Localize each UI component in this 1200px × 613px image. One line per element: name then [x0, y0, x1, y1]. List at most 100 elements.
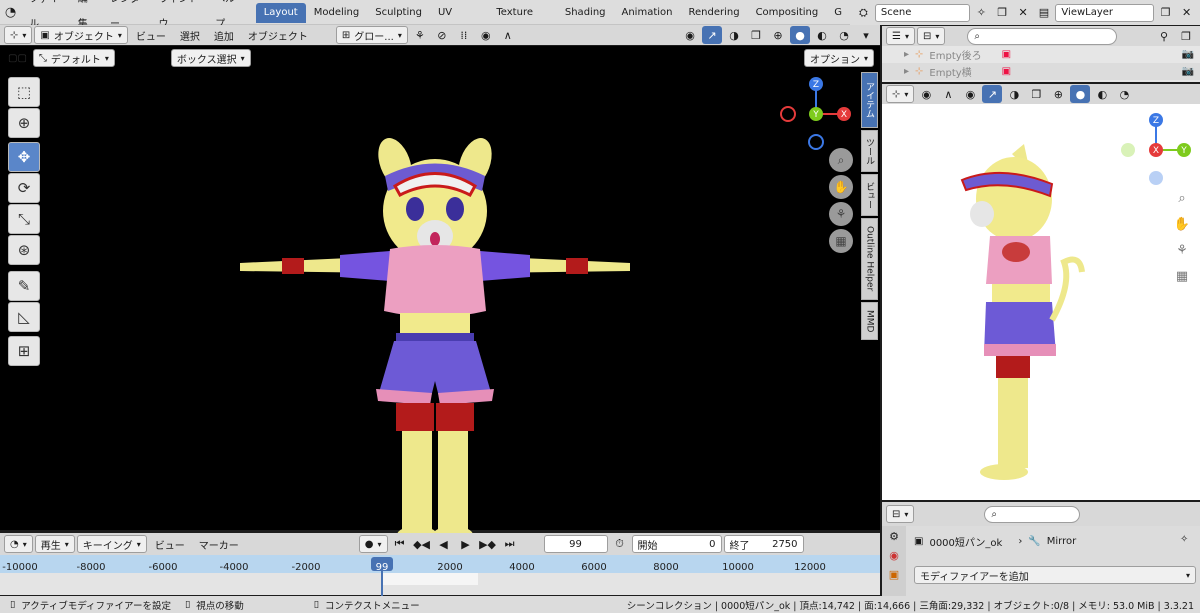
transform-tool-icon[interactable]: ⊛ — [8, 235, 40, 265]
navigation-gizmo[interactable]: Z X Y — [778, 76, 854, 152]
viewlayer-selector[interactable]: ViewLayer — [1055, 3, 1155, 22]
shading-solid-icon[interactable]: ● — [790, 26, 810, 44]
side-gizmo-icon[interactable]: ↗ — [982, 85, 1003, 103]
timeline-editor-dropdown[interactable]: ◔ ▾ — [4, 535, 33, 553]
record-dropdown[interactable]: ● ▾ — [358, 535, 388, 553]
tab-rendering[interactable]: Rendering — [680, 3, 747, 23]
scale-tool-icon[interactable]: ⤡ — [8, 204, 40, 234]
expand-icon[interactable]: ▸ — [904, 49, 909, 60]
side-gizmo-neg-y[interactable] — [1121, 143, 1135, 157]
gizmo-neg-x[interactable] — [780, 106, 796, 122]
snap-icon[interactable]: ⊘ — [432, 26, 452, 44]
orientation-dropdown[interactable]: ⊞ グロー... ▾ — [335, 26, 408, 44]
falloff-icon[interactable]: ∧ — [498, 26, 518, 44]
side-gizmo-neg-z[interactable] — [1149, 171, 1163, 185]
side-pan-hand-icon[interactable]: ✋ — [1172, 214, 1192, 234]
play-reverse-icon[interactable]: ◀ — [434, 535, 454, 553]
menu-object[interactable]: オブジェクト — [242, 28, 314, 43]
camera-icon[interactable]: ⚘ — [829, 202, 853, 226]
shading-render-icon[interactable]: ◔ — [834, 26, 854, 44]
pin-icon[interactable]: ✧ — [972, 4, 991, 22]
pivot-icon[interactable]: ⚘ — [410, 26, 430, 44]
properties-pin-icon[interactable]: ✧ — [1180, 534, 1188, 545]
side-grid-view-icon[interactable]: ▦ — [1172, 266, 1192, 286]
snap-grid-icon[interactable]: ⁞⁞ — [454, 26, 474, 44]
timeline-menu-view[interactable]: ビュー — [149, 537, 191, 552]
side-shading-wire-icon[interactable]: ⊕ — [1048, 85, 1068, 103]
outliner-search[interactable]: ⌕ — [967, 27, 1118, 45]
tool-props-icon[interactable]: ⚙ — [889, 530, 899, 543]
side-navigation-gizmo[interactable]: Z Y X — [1118, 112, 1194, 188]
new-collection-icon[interactable]: ❐ — [1176, 27, 1196, 45]
3d-viewport[interactable]: ▢▢ ⤡ デフォルト ▾ ボックス選択 ▾ オプション ▾ Z X Y ⌕ ✋ … — [0, 46, 880, 544]
side-tab-outline-helper[interactable]: Outline Helper — [861, 218, 878, 300]
side-tab-view[interactable]: ビュー — [861, 174, 878, 216]
expand-icon[interactable]: ▸ — [904, 66, 909, 77]
jump-start-icon[interactable]: ⏮ — [390, 535, 410, 553]
side-proportional-icon[interactable]: ◉ — [916, 85, 936, 103]
shading-wire-icon[interactable]: ⊕ — [768, 26, 788, 44]
render-camera-icon[interactable]: 📷 — [1182, 49, 1194, 60]
copy-viewlayer-icon[interactable]: ❐ — [1156, 4, 1175, 22]
render-props-icon[interactable]: ◉ — [889, 549, 899, 562]
proportional-icon[interactable]: ◉ — [476, 26, 496, 44]
close-scene-icon[interactable]: ✕ — [1014, 4, 1033, 22]
menu-add[interactable]: 追加 — [208, 28, 240, 43]
display-mode-dropdown[interactable]: ⊟ ▾ — [916, 27, 946, 45]
side-visibility-icon[interactable]: ◉ — [960, 85, 980, 103]
add-modifier-dropdown[interactable]: モディファイアーを追加 ▾ — [914, 566, 1196, 584]
blender-logo-icon[interactable]: ◔ — [0, 5, 21, 20]
scene-selector[interactable]: Scene — [874, 3, 970, 22]
side-editor-dropdown[interactable]: ⊹ ▾ — [886, 85, 915, 103]
current-frame-field[interactable]: 99 — [543, 535, 608, 553]
timeline-menu-marker[interactable]: マーカー — [193, 537, 245, 552]
transform-dropdown[interactable]: ⤡ デフォルト ▾ — [32, 49, 115, 67]
side-xray-icon[interactable]: ❐ — [1026, 85, 1046, 103]
add-cube-tool-icon[interactable]: ⊞ — [8, 336, 40, 366]
tab-overflow[interactable]: G — [826, 3, 850, 23]
close-viewlayer-icon[interactable]: ✕ — [1177, 4, 1196, 22]
properties-search[interactable]: ⌕ — [984, 505, 1081, 523]
side-tab-tool[interactable]: ツール — [861, 130, 878, 172]
side-tab-mmd[interactable]: MMD — [861, 302, 878, 340]
shading-material-icon[interactable]: ◐ — [812, 26, 832, 44]
side-falloff-icon[interactable]: ∧ — [938, 85, 958, 103]
copy-scene-icon[interactable]: ❐ — [993, 4, 1012, 22]
scene-icon[interactable]: ⛭ — [854, 4, 873, 22]
mode-dropdown[interactable]: ▣ オブジェクト ▾ — [34, 26, 128, 44]
tab-uv-editing[interactable]: UV Editing — [430, 3, 488, 38]
side-viewport[interactable]: Z Y X ⌕ ✋ ⚘ ▦ — [882, 104, 1200, 500]
tab-shading[interactable]: Shading — [557, 3, 614, 23]
filter-icon[interactable]: ⚲ — [1154, 27, 1174, 45]
tab-layout[interactable]: Layout — [255, 3, 306, 23]
move-tool-icon[interactable]: ✥ — [8, 142, 40, 172]
tab-sculpting[interactable]: Sculpting — [367, 3, 430, 23]
play-icon[interactable]: ▶ — [456, 535, 476, 553]
annotate-tool-icon[interactable]: ✎ — [8, 271, 40, 301]
visibility-icon[interactable]: ◉ — [680, 26, 700, 44]
cursor-tool-icon[interactable]: ⊕ — [8, 108, 40, 138]
side-shading-material-icon[interactable]: ◐ — [1092, 85, 1112, 103]
menu-select[interactable]: 選択 — [174, 28, 206, 43]
jump-end-icon[interactable]: ⏭ — [500, 535, 520, 553]
gizmo-icon[interactable]: ↗ — [702, 26, 722, 44]
outliner-editor-dropdown[interactable]: ☰ ▾ — [886, 27, 915, 45]
tab-compositing[interactable]: Compositing — [748, 3, 827, 23]
xray-icon[interactable]: ❐ — [746, 26, 766, 44]
grid-view-icon[interactable]: ▦ — [829, 229, 853, 253]
side-shading-solid-icon[interactable]: ● — [1070, 85, 1091, 103]
rotate-tool-icon[interactable]: ⟳ — [8, 173, 40, 203]
side-camera-icon[interactable]: ⚘ — [1172, 240, 1192, 260]
menu-view[interactable]: ビュー — [130, 28, 172, 43]
tab-animation[interactable]: Animation — [614, 3, 681, 23]
keying-dropdown[interactable]: キーイング ▾ — [76, 535, 147, 553]
output-props-icon[interactable]: ▣ — [889, 568, 899, 581]
prev-keyframe-icon[interactable]: ◆◀ — [412, 535, 432, 553]
shading-options-icon[interactable]: ▾ — [856, 26, 876, 44]
measure-tool-icon[interactable]: ◺ — [8, 302, 40, 332]
side-zoom-icon[interactable]: ⌕ — [1172, 188, 1192, 208]
end-frame-field[interactable]: 終了 2750 — [723, 535, 804, 553]
properties-editor-dropdown[interactable]: ⊟ ▾ — [886, 505, 915, 523]
gizmo-neg-z[interactable] — [808, 134, 824, 150]
zoom-icon[interactable]: ⌕ — [829, 148, 853, 172]
